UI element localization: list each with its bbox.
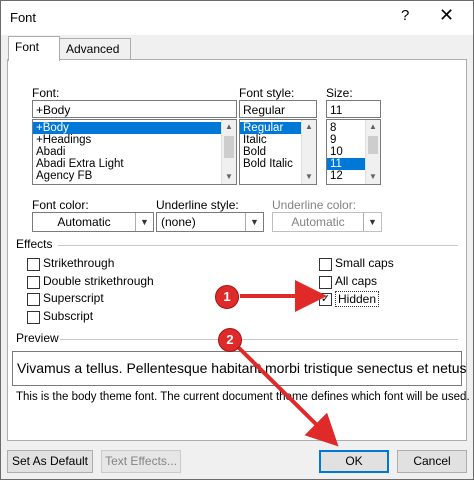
annotation-arrow-2	[234, 343, 339, 447]
annotation-badge-1: 1	[215, 285, 239, 309]
annotation-arrows	[234, 280, 339, 447]
tab-font[interactable]: Font	[8, 36, 60, 61]
annotation-badge-2: 2	[218, 328, 242, 352]
tab-font-label: Font	[15, 40, 40, 54]
